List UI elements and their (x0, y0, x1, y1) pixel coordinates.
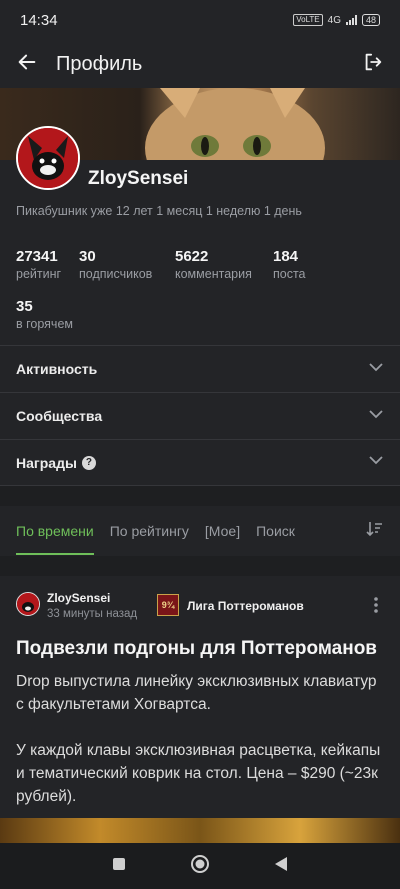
post-title[interactable]: Подвезли подгоны для Поттероманов (16, 638, 386, 660)
tab-by-time[interactable]: По времени (16, 506, 94, 556)
avatar[interactable] (16, 126, 80, 190)
stat-label: подписчиков (79, 267, 153, 281)
recents-icon[interactable] (112, 857, 126, 876)
stat-value: 35 (16, 298, 33, 315)
username: ZloySensei (88, 168, 189, 189)
sort-icon[interactable] (366, 520, 384, 543)
post-author-avatar[interactable] (16, 592, 40, 616)
signal-icon (345, 15, 357, 25)
chevron-down-icon (368, 452, 384, 473)
stat-hot[interactable]: 35 в горячем (16, 298, 73, 331)
help-icon[interactable]: ? (81, 455, 96, 470)
community-name[interactable]: Лига Поттероманов (187, 599, 304, 613)
battery-icon: 48 (361, 14, 380, 26)
system-nav-bar (0, 843, 400, 889)
stat-label: рейтинг (16, 267, 62, 281)
stat-value: 184 (273, 248, 299, 265)
page-title: Профиль (56, 52, 143, 75)
section-communities[interactable]: Сообщества (0, 392, 400, 439)
post-card[interactable]: ZloySensei 33 минуты назад 9¾ Лига Потте… (0, 576, 400, 818)
stat-label: комментария (175, 267, 252, 281)
back-icon[interactable] (274, 856, 288, 877)
post-image[interactable] (0, 818, 400, 843)
status-time: 14:34 (20, 11, 58, 29)
post-paragraph: У каждой клавы эксклюзивная расцветка, к… (16, 742, 381, 805)
stat-value: 27341 (16, 248, 58, 265)
post-paragraph: Drop выпустила линейку эксклюзивных клав… (16, 673, 377, 713)
stat-label: поста (273, 267, 306, 281)
status-bar: 14:34 VoLTE 4G 48 (0, 0, 400, 40)
stat-comments[interactable]: 5622 комментария (175, 248, 252, 281)
app-bar: Профиль (0, 40, 400, 88)
community-logo[interactable]: 9¾ (157, 594, 179, 616)
section-label: Активность (16, 361, 98, 377)
tab-search[interactable]: Поиск (256, 506, 295, 556)
volte-chip: VoLTE (293, 14, 323, 26)
stat-rating: 27341 рейтинг (16, 248, 61, 281)
status-icons: VoLTE 4G 48 (293, 14, 380, 26)
chevron-down-icon (368, 406, 384, 427)
stat-value: 30 (79, 248, 96, 265)
tab-mine[interactable]: [Мое] (205, 506, 240, 556)
stat-posts[interactable]: 184 поста (273, 248, 306, 281)
logout-icon[interactable] (362, 51, 384, 78)
stat-subscribers[interactable]: 30 подписчиков (79, 248, 152, 281)
chevron-down-icon (368, 359, 384, 380)
section-activity[interactable]: Активность (0, 345, 400, 392)
profile-tenure: Пикабушник уже 12 лет 1 месяц 1 неделю 1… (16, 204, 302, 218)
home-icon[interactable] (190, 854, 210, 879)
section-label: Сообщества (16, 408, 103, 424)
more-vertical-icon[interactable] (373, 597, 379, 618)
post-author[interactable]: ZloySensei (47, 591, 110, 605)
section-label: Награды (16, 454, 77, 471)
stat-label: в горячем (16, 317, 73, 331)
section-awards[interactable]: Награды ? (0, 439, 400, 486)
stat-value: 5622 (175, 248, 209, 265)
back-arrow-icon[interactable] (16, 51, 38, 78)
post-time: 33 минуты назад (47, 608, 138, 620)
sort-tabs: По времени По рейтингу [Мое] Поиск (0, 506, 400, 556)
tab-by-rating[interactable]: По рейтингу (110, 506, 189, 556)
network-type: 4G (327, 14, 341, 26)
